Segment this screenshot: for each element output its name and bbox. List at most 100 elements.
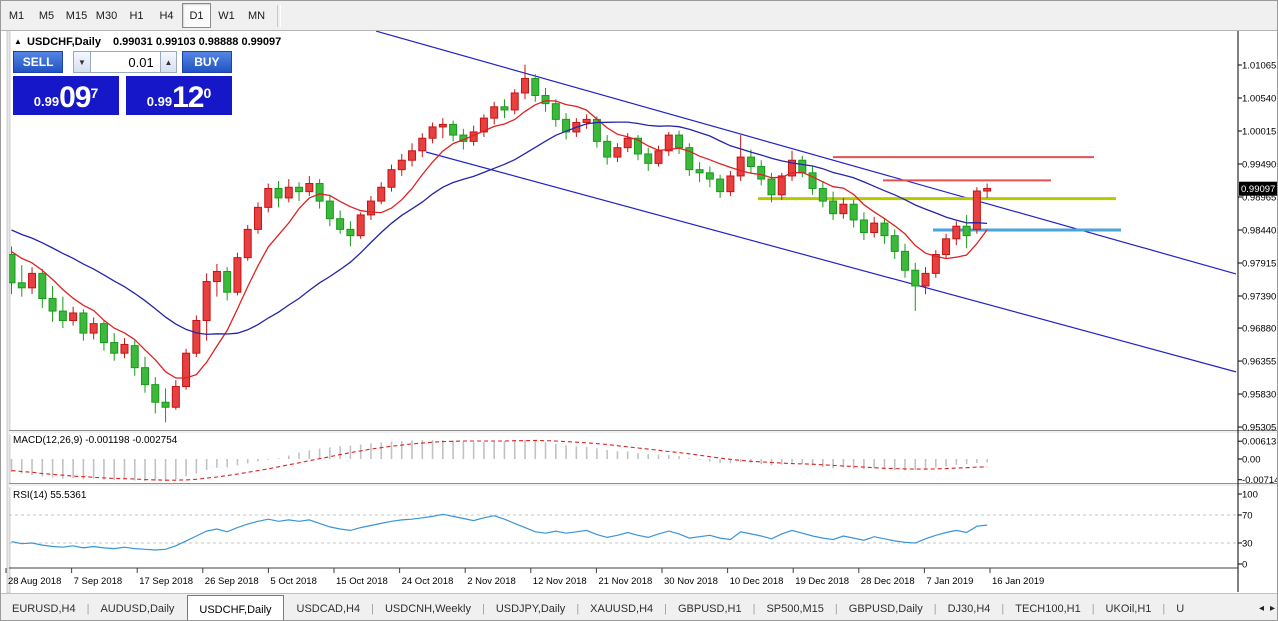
timeframe-button-h1[interactable]: H1	[122, 3, 151, 28]
timeframe-button-m5[interactable]: M5	[32, 3, 61, 28]
candle-body	[316, 183, 323, 201]
date-axis-label: 19 Dec 2018	[795, 576, 849, 587]
left-edge-groove	[7, 30, 10, 593]
candle-body	[963, 226, 970, 235]
candle-body	[737, 157, 744, 176]
candle-body	[121, 344, 128, 353]
candle-body	[522, 79, 529, 93]
candle-body	[891, 236, 898, 252]
candle-body	[337, 219, 344, 230]
candle-body	[409, 151, 416, 160]
chart-tab[interactable]: USDCNH,Weekly	[374, 594, 482, 621]
chevron-up-icon: ▲	[165, 58, 173, 67]
price-axis-label: 0.95305	[1242, 423, 1276, 434]
one-click-trade-panel: SELL ▼ ▲ BUY 0.99097 0.99120	[13, 51, 232, 115]
candle-body	[234, 258, 241, 293]
candle-body	[8, 255, 15, 283]
candle-body	[90, 324, 97, 333]
mt4-window: 1.010651.005401.000150.994900.989650.984…	[0, 0, 1278, 621]
candle-body	[871, 223, 878, 232]
candle-body	[696, 170, 703, 173]
price-axis-label: 0.97390	[1242, 291, 1276, 302]
sell-price-sup: 7	[90, 76, 98, 110]
timeframe-button-m30[interactable]: M30	[92, 3, 121, 28]
candle-body	[501, 107, 508, 110]
timeframe-button-m1[interactable]: M1	[2, 3, 31, 28]
candle-body	[429, 127, 436, 138]
candle-body	[152, 385, 159, 403]
chart-tab[interactable]: EURUSD,H4	[1, 594, 87, 621]
timeframe-button-w1[interactable]: W1	[212, 3, 241, 28]
date-axis-label: 16 Jan 2019	[992, 576, 1044, 587]
sell-button[interactable]: SELL	[13, 51, 63, 73]
current-price-label: 0.99097	[1241, 184, 1275, 195]
chart-tab[interactable]: GBPUSD,Daily	[838, 594, 934, 621]
chart-tab[interactable]: USDJPY,Daily	[485, 594, 577, 621]
chart-ohlc-values: 0.99031 0.99103 0.98888 0.99097	[113, 36, 281, 48]
chart-tab[interactable]: TECH100,H1	[1004, 594, 1091, 621]
date-axis-label: 30 Nov 2018	[664, 576, 718, 587]
candle-body	[717, 179, 724, 192]
buy-price-box[interactable]: 0.99120	[126, 76, 232, 115]
rsi-indicator-label: RSI(14) 55.5361	[13, 490, 87, 501]
candle-body	[953, 226, 960, 239]
candle-body	[80, 313, 87, 333]
candle-body	[203, 282, 210, 321]
candle-body	[943, 239, 950, 255]
candle-body	[285, 187, 292, 198]
candle-body	[984, 189, 991, 192]
price-axis-label: 1.00015	[1242, 127, 1276, 138]
price-axis-label: 0.97915	[1242, 258, 1276, 269]
candle-body	[357, 215, 364, 236]
candle-body	[388, 170, 395, 188]
candle-body	[799, 160, 806, 173]
chart-tab[interactable]: UKOil,H1	[1095, 594, 1163, 621]
chart-tab[interactable]: U	[1165, 594, 1195, 621]
date-axis-label: 17 Sep 2018	[139, 576, 193, 587]
date-axis-label: 7 Jan 2019	[926, 576, 973, 587]
candle-body	[747, 157, 754, 166]
collapse-panel-icon[interactable]: ▲	[14, 37, 22, 46]
chart-tab[interactable]: AUDUSD,Daily	[89, 594, 185, 621]
timeframe-button-mn[interactable]: MN	[242, 3, 271, 28]
sell-price-big: 09	[59, 84, 90, 112]
candle-body	[778, 176, 785, 195]
chart-tab[interactable]: XAUUSD,H4	[579, 594, 664, 621]
rsi-axis-label: 0	[1242, 560, 1247, 571]
date-axis-label: 7 Sep 2018	[74, 576, 123, 587]
candle-body	[665, 135, 672, 151]
sell-price-box[interactable]: 0.99097	[13, 76, 119, 115]
volume-decrease-button[interactable]: ▼	[73, 51, 90, 73]
rsi-axis-label: 100	[1242, 490, 1258, 501]
timeframe-button-m15[interactable]: M15	[62, 3, 91, 28]
timeframe-button-d1[interactable]: D1	[182, 3, 211, 28]
candle-body	[819, 189, 826, 202]
timeframe-button-h4[interactable]: H4	[152, 3, 181, 28]
chart-tab-bar: EURUSD,H4|AUDUSD,DailyUSDCHF,DailyUSDCAD…	[1, 593, 1278, 621]
candle-body	[213, 271, 220, 281]
buy-button[interactable]: BUY	[182, 51, 232, 73]
date-axis-label: 24 Oct 2018	[402, 576, 454, 587]
chart-tab[interactable]: SP500,M15	[755, 594, 834, 621]
chart-tab[interactable]: GBPUSD,H1	[667, 594, 753, 621]
candle-body	[347, 229, 354, 235]
chart-tab[interactable]: DJ30,H4	[937, 594, 1002, 621]
volume-increase-button[interactable]: ▲	[160, 51, 177, 73]
candle-body	[131, 346, 138, 368]
candle-body	[244, 229, 251, 257]
candle-body	[491, 107, 498, 118]
candle-body	[706, 173, 713, 179]
candle-body	[111, 343, 118, 354]
candle-body	[645, 154, 652, 163]
chart-tab[interactable]: USDCAD,H4	[286, 594, 372, 621]
candle-body	[224, 271, 231, 292]
candle-body	[254, 207, 261, 229]
candle-body	[511, 93, 518, 110]
chart-tab-active[interactable]: USDCHF,Daily	[187, 595, 283, 621]
volume-input[interactable]	[91, 51, 160, 73]
date-axis-label: 10 Dec 2018	[730, 576, 784, 587]
tabs-scroll-left-icon[interactable]: ◂	[1259, 603, 1264, 614]
candle-body	[881, 223, 888, 236]
chevron-down-icon: ▼	[78, 58, 86, 67]
tabs-scroll-right-icon[interactable]: ▸	[1270, 603, 1275, 614]
